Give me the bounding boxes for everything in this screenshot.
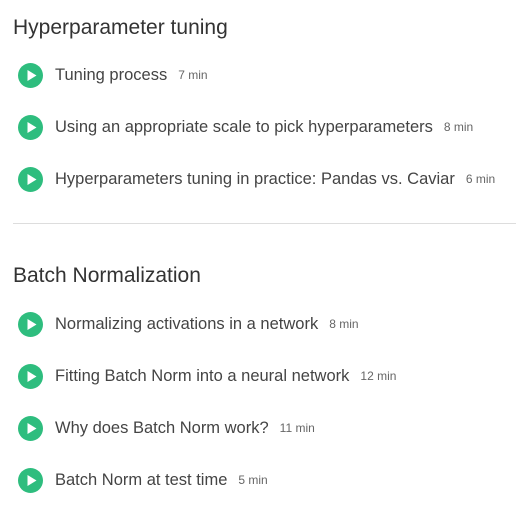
lesson-duration: 7 min — [178, 68, 208, 82]
lesson-duration: 12 min — [360, 369, 397, 383]
play-circle-icon — [18, 62, 43, 88]
section-divider — [13, 223, 516, 224]
lesson-title: Using an appropriate scale to pick hyper… — [55, 117, 433, 136]
lesson-duration: 8 min — [329, 317, 359, 331]
lesson-duration: 5 min — [238, 473, 268, 487]
lesson-title: Fitting Batch Norm into a neural network — [55, 366, 350, 385]
course-week-content: Hyperparameter tuning Tuning process 7 m… — [0, 0, 518, 511]
lesson-title: Batch Norm at test time — [55, 470, 228, 489]
lesson-item[interactable]: Batch Norm at test time 5 min — [18, 467, 268, 493]
lesson-duration: 8 min — [443, 120, 474, 134]
lesson-item[interactable]: Tuning process 7 min — [18, 62, 208, 88]
section-title: Hyperparameter tuning — [13, 16, 228, 39]
lesson-duration: 6 min — [465, 172, 496, 186]
lesson-item[interactable]: Normalizing activations in a network 8 m… — [18, 311, 359, 337]
play-circle-icon — [18, 166, 43, 192]
lesson-title: Tuning process — [55, 65, 168, 84]
play-circle-icon — [18, 467, 43, 493]
lesson-item[interactable]: Using an appropriate scale to pick hyper… — [18, 114, 473, 140]
lesson-title: Normalizing activations in a network — [55, 314, 319, 333]
lesson-item[interactable]: Hyperparameters tuning in practice: Pand… — [18, 166, 495, 192]
play-circle-icon — [18, 363, 43, 389]
play-circle-icon — [18, 114, 43, 140]
play-circle-icon — [18, 415, 43, 441]
lesson-title: Why does Batch Norm work? — [55, 418, 269, 437]
lesson-title: Hyperparameters tuning in practice: Pand… — [55, 169, 455, 188]
lesson-item[interactable]: Fitting Batch Norm into a neural network… — [18, 363, 396, 389]
section-title: Batch Normalization — [13, 264, 201, 287]
lesson-duration: 11 min — [279, 421, 315, 435]
play-circle-icon — [18, 311, 43, 337]
lesson-item[interactable]: Why does Batch Norm work? 11 min — [18, 415, 315, 441]
